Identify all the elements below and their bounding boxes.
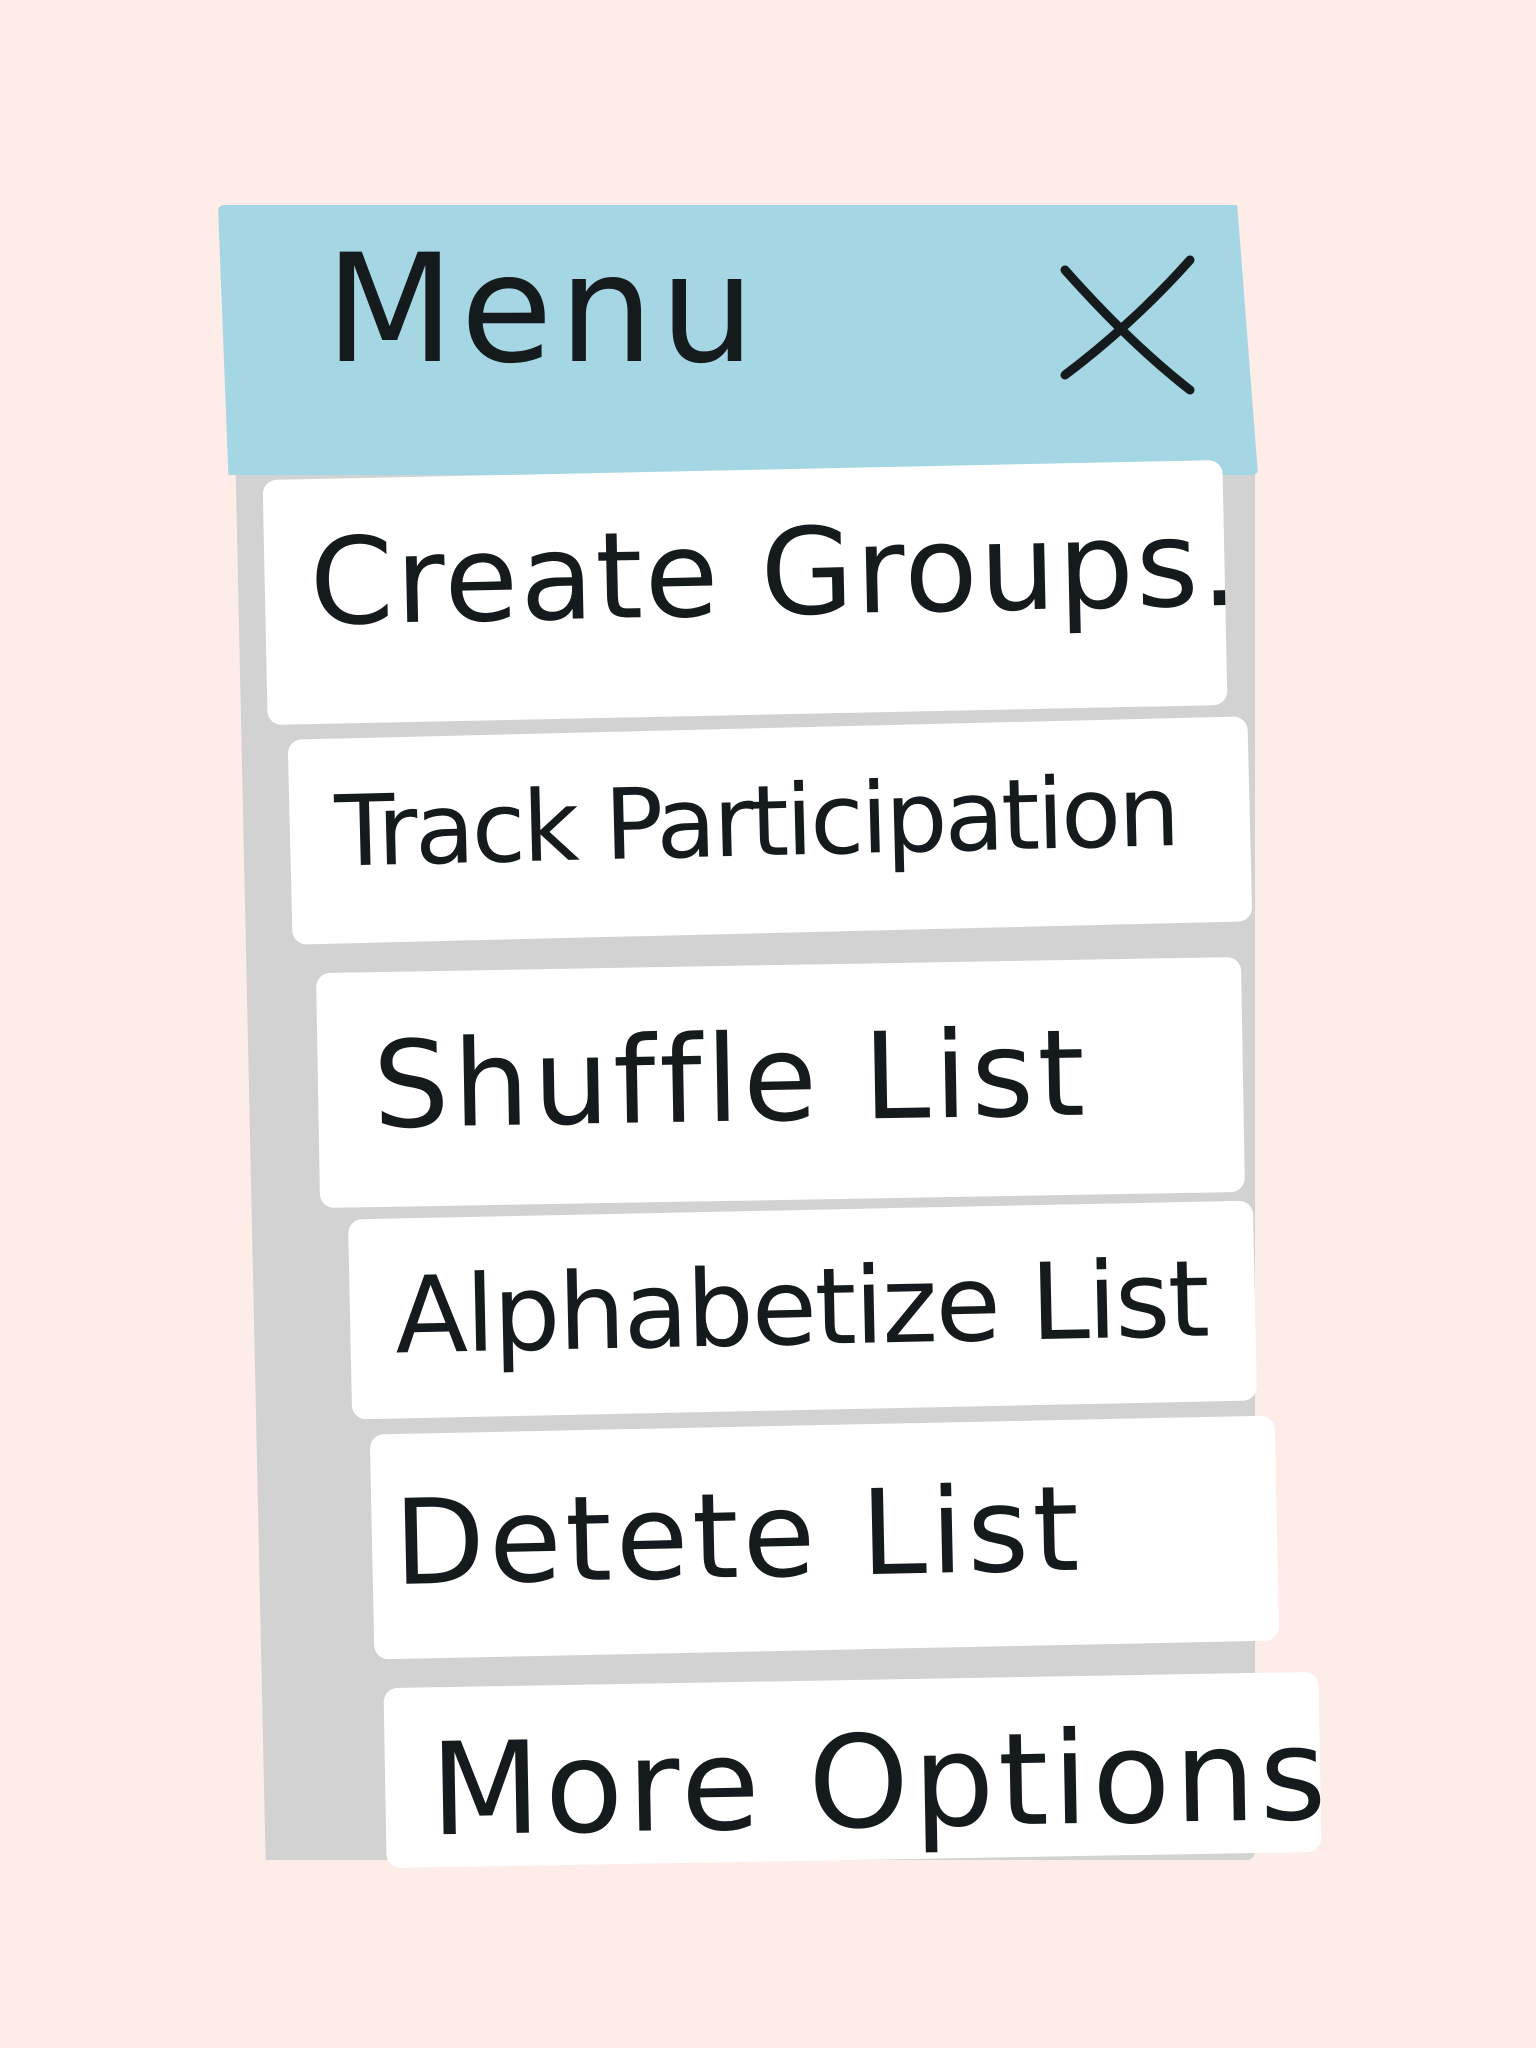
menu-item-label: Track Participation	[333, 755, 1179, 890]
menu-item-track-participation[interactable]: Track Participation	[287, 716, 1253, 945]
menu-item-delete-list[interactable]: Detete List	[369, 1415, 1280, 1660]
menu-item-label: More Options...	[428, 1698, 1322, 1866]
menu-item-more-options[interactable]: More Options...	[383, 1671, 1322, 1869]
menu-item-label: Alphabetize List	[393, 1237, 1209, 1378]
menu-item-alphabetize-list[interactable]: Alphabetize List	[348, 1200, 1257, 1420]
menu-title: Menu	[325, 223, 761, 397]
menu-item-create-groups[interactable]: Create Groups...	[262, 459, 1228, 726]
menu-item-label: Detete List	[392, 1459, 1085, 1613]
menu-item-label: Create Groups...	[308, 492, 1228, 654]
close-button[interactable]	[1050, 250, 1200, 400]
menu-item-label: Shuffle List	[371, 1004, 1090, 1157]
sketch-canvas: Menu Create Groups... Track Participatio…	[0, 0, 1536, 2048]
close-icon	[1060, 255, 1195, 395]
menu-item-shuffle-list[interactable]: Shuffle List	[316, 956, 1245, 1209]
